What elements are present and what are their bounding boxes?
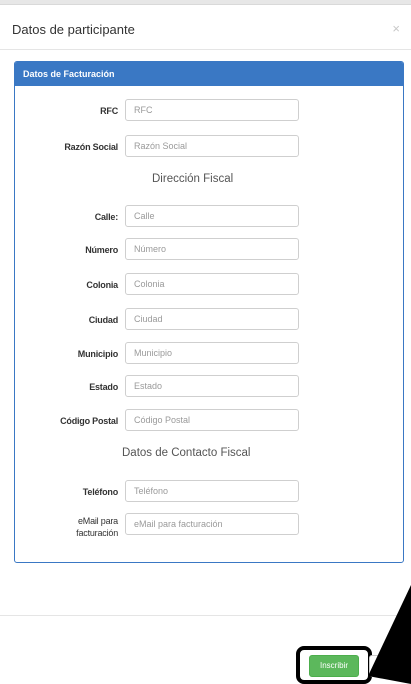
panel-heading: Datos de Facturación: [15, 62, 403, 86]
rfc-label: RFC: [100, 106, 118, 116]
estado-label: Estado: [89, 382, 118, 392]
colonia-input[interactable]: [125, 273, 299, 295]
razon-social-label: Razón Social: [64, 142, 118, 152]
estado-input[interactable]: [125, 375, 299, 397]
numero-input[interactable]: [125, 238, 299, 260]
codigo-postal-input[interactable]: [125, 409, 299, 431]
billing-panel: Datos de Facturación RFC Razón Social Di…: [14, 61, 404, 563]
codigo-postal-label: Código Postal: [60, 416, 118, 426]
calle-input[interactable]: [125, 205, 299, 227]
footer-divider: [0, 615, 411, 616]
email-label-line2: facturación: [76, 528, 118, 538]
cerrar-button[interactable]: Cerrar: [369, 655, 407, 677]
razon-social-input[interactable]: [125, 135, 299, 157]
calle-label: Calle:: [94, 212, 119, 222]
colonia-label: Colonia: [86, 280, 118, 290]
rfc-input[interactable]: [125, 99, 299, 121]
ciudad-input[interactable]: [125, 308, 299, 330]
email-label: eMail para facturación: [76, 515, 118, 539]
municipio-input[interactable]: [125, 342, 299, 364]
close-icon[interactable]: ×: [392, 22, 400, 35]
municipio-label: Municipio: [77, 349, 118, 359]
section-direccion-fiscal: Dirección Fiscal: [152, 173, 234, 185]
ciudad-label: Ciudad: [88, 315, 119, 325]
telefono-label: Teléfono: [82, 487, 118, 497]
email-label-line1: eMail para: [77, 516, 118, 526]
telefono-input[interactable]: [125, 480, 299, 502]
highlight-box: [296, 646, 372, 684]
numero-label: Número: [85, 245, 118, 255]
section-contacto-fiscal: Datos de Contacto Fiscal: [122, 447, 251, 459]
email-input[interactable]: [125, 513, 299, 535]
modal-header: Datos de participante ×: [0, 5, 411, 50]
modal-title: Datos de participante: [12, 22, 135, 37]
